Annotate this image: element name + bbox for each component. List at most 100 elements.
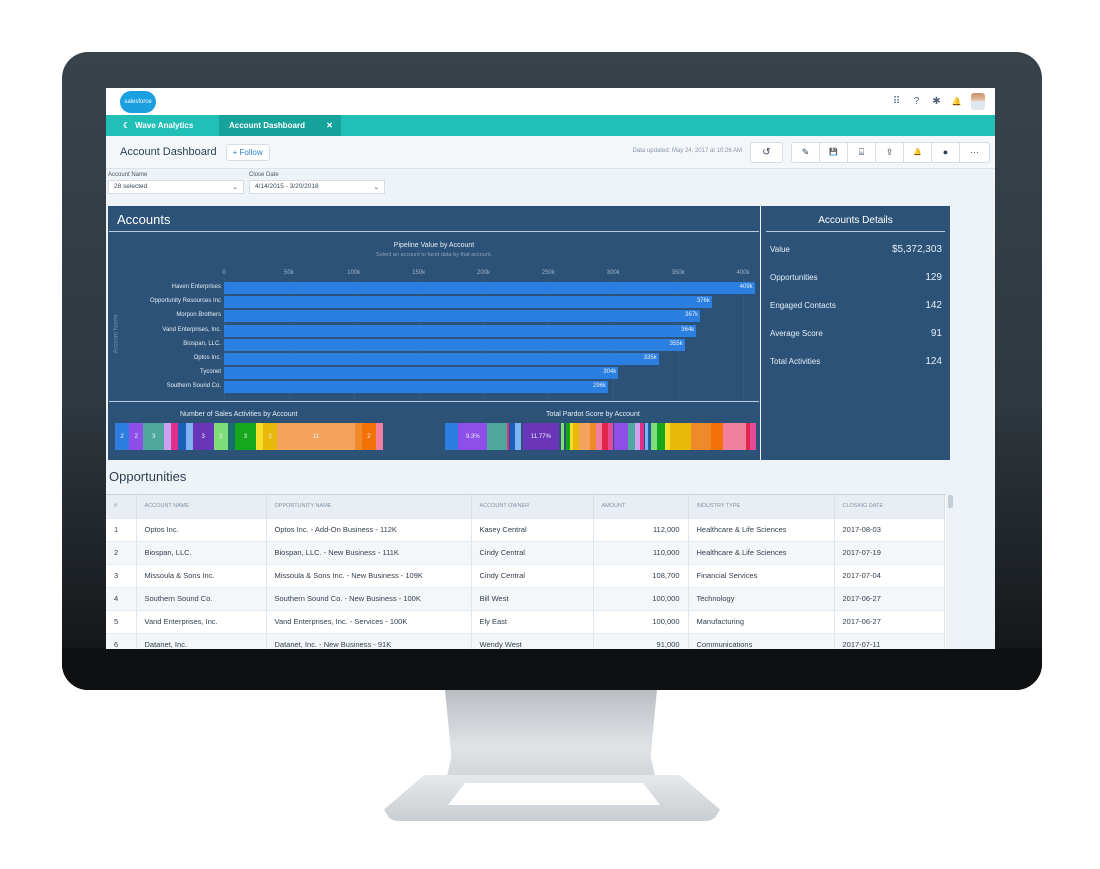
account-name-label: Account Name — [108, 172, 148, 178]
bar[interactable]: 409k — [224, 282, 755, 294]
stack-segment[interactable] — [487, 423, 507, 450]
bar[interactable]: 304k — [224, 367, 619, 380]
account-name-select[interactable]: 28 selected ⌄ — [108, 180, 244, 194]
account-name-value: 28 selected — [114, 183, 148, 190]
bar[interactable]: 335k — [224, 353, 659, 365]
stack-segment[interactable] — [669, 423, 692, 450]
table-row[interactable]: 2 Biospan, LLC. Biospan, LLC. - New Busine… — [106, 540, 945, 564]
stack-segment[interactable] — [722, 423, 746, 450]
cell-account-name: Optos Inc. — [136, 517, 267, 541]
cell-closing-date: 2017-07-04 — [834, 563, 945, 587]
column-header-index[interactable]: # — [106, 495, 137, 518]
y-tick-label[interactable]: Opportunity Resources Inc — [150, 298, 221, 304]
stack-segment[interactable]: 3 — [143, 423, 165, 450]
stack-segment[interactable]: 11.77% — [522, 423, 560, 450]
cell-account-name: Vand Enterprises, Inc. — [136, 609, 267, 633]
column-header-amount[interactable]: AMOUNT — [593, 495, 689, 518]
detail-value: $5,372,303 — [891, 243, 942, 255]
table-row[interactable]: 5 Vand Enterprises, Inc. Vand Enterprises,… — [106, 609, 945, 633]
stack-segment[interactable]: 3 — [234, 423, 257, 450]
cell-closing-date: 2017-07-11 — [834, 632, 945, 649]
more-icon[interactable]: ··· — [960, 143, 989, 162]
follow-button[interactable]: + Follow — [225, 143, 270, 161]
present-icon[interactable]: ⌸ — [848, 143, 876, 162]
stack-segment[interactable] — [691, 423, 712, 450]
share-icon[interactable]: ⇪ — [876, 143, 904, 162]
salesforce-logo[interactable]: salesforce — [120, 91, 156, 113]
tab-account-dashboard[interactable]: Account Dashboard ✕ — [219, 115, 341, 136]
y-tick-label[interactable]: Morpon Brothers — [176, 312, 221, 318]
stack-segment[interactable] — [614, 423, 628, 450]
bar[interactable]: 376k — [224, 296, 712, 309]
stack-segment[interactable]: 2 — [213, 423, 228, 450]
y-tick-label[interactable]: Biospan, LLC. — [183, 341, 221, 347]
notify-icon[interactable]: 🔔 — [904, 143, 932, 162]
column-header-industry-type[interactable]: INDUSTRY TYPE — [688, 495, 835, 518]
stack-segment[interactable]: 2 — [263, 423, 278, 450]
gridline — [743, 279, 744, 399]
stack-segment[interactable] — [445, 423, 459, 450]
stack-segment[interactable] — [178, 423, 186, 450]
details-title: Accounts Details — [818, 215, 893, 226]
table-row[interactable]: 1 Optos Inc. Optos Inc. - Add-On Business … — [106, 517, 945, 541]
x-tick-label: 300k — [606, 270, 620, 276]
stack-segment[interactable]: 9.3% — [458, 423, 488, 450]
bar-data-label: 355k — [669, 340, 683, 347]
gear-icon[interactable]: ✱ — [931, 96, 942, 107]
bell-icon[interactable]: 🔔 — [951, 97, 962, 106]
app-launcher-icon[interactable]: ⠿ — [891, 96, 902, 107]
stack-segment[interactable] — [711, 423, 723, 450]
column-header-account-name[interactable]: ACCOUNT NAME — [136, 495, 267, 518]
stack-segment[interactable] — [185, 423, 193, 450]
y-tick-label[interactable]: Haven Enterprises — [172, 284, 221, 290]
stack-segment[interactable] — [656, 423, 665, 450]
stack-segment[interactable]: 2 — [129, 423, 144, 450]
stack-segment[interactable] — [375, 423, 383, 450]
stack-segment[interactable]: 2 — [115, 423, 130, 450]
cell-row-index: 5 — [106, 609, 137, 633]
bar[interactable]: 355k — [224, 338, 685, 351]
bar[interactable]: 364k — [224, 324, 697, 337]
avatar[interactable] — [971, 93, 985, 110]
data-updated-text: Data updated: May 24, 2017 at 10:26 AM — [632, 148, 742, 154]
bar-data-label: 367k — [685, 312, 699, 319]
stack-segment[interactable] — [354, 423, 362, 450]
cell-closing-date: 2017-06-27 — [834, 609, 945, 633]
edit-icon[interactable]: ✎ — [792, 143, 820, 162]
table-row[interactable]: 3 Missoula & Sons Inc. Missoula & Sons Inc… — [106, 563, 945, 587]
comment-icon[interactable]: ● — [932, 143, 960, 162]
stack-segment[interactable] — [256, 423, 264, 450]
stack-segment[interactable] — [164, 423, 172, 450]
column-header-closing-date[interactable]: CLOSING DATE — [834, 495, 945, 518]
stack-segment[interactable] — [579, 423, 590, 450]
stack-segment[interactable] — [171, 423, 179, 450]
scrollbar-thumb[interactable] — [948, 495, 953, 508]
bar[interactable]: 367k — [224, 310, 701, 323]
y-tick-label[interactable]: Optos Inc. — [194, 355, 221, 361]
stack-segment[interactable] — [227, 423, 235, 450]
column-header-opportunity-name[interactable]: OPPORTUNITY NAME — [266, 495, 472, 518]
undo-button[interactable]: ↺ — [750, 142, 783, 163]
monitor-stand-neck — [445, 690, 657, 785]
save-icon[interactable]: 💾 — [820, 143, 848, 162]
stack-segment[interactable]: 11 — [277, 423, 355, 450]
bar-data-label: 376k — [696, 298, 710, 305]
y-tick-label[interactable]: Vand Enterprises, Inc. — [162, 327, 221, 333]
close-icon[interactable]: ✕ — [326, 121, 333, 130]
table-scrollbar[interactable] — [947, 494, 954, 649]
y-tick-label[interactable]: Tyconet — [200, 369, 221, 375]
bar[interactable]: 296k — [224, 381, 609, 394]
cell-account-name: Datanet, Inc. — [136, 632, 267, 649]
column-header-account-owner[interactable]: ACCOUNT OWNER — [471, 495, 594, 518]
stack-segment[interactable] — [750, 423, 757, 450]
stack-segment[interactable]: 3 — [192, 423, 214, 450]
stack-segment[interactable] — [627, 423, 635, 450]
stack-segment[interactable]: 2 — [361, 423, 376, 450]
table-row[interactable]: 4 Southern Sound Co. Southern Sound Co. - … — [106, 586, 945, 610]
table-row[interactable]: 6 Datanet, Inc. Datanet, Inc. - New Busine… — [106, 632, 945, 649]
cell-amount: 108,700 — [593, 563, 689, 587]
help-icon[interactable]: ? — [911, 96, 922, 107]
app-switcher[interactable]: ☾ Wave Analytics — [106, 115, 219, 136]
close-date-select[interactable]: 4/14/2015 - 3/20/2018 ⌄ — [249, 180, 385, 194]
y-tick-label[interactable]: Southern Sound Co. — [167, 383, 221, 389]
